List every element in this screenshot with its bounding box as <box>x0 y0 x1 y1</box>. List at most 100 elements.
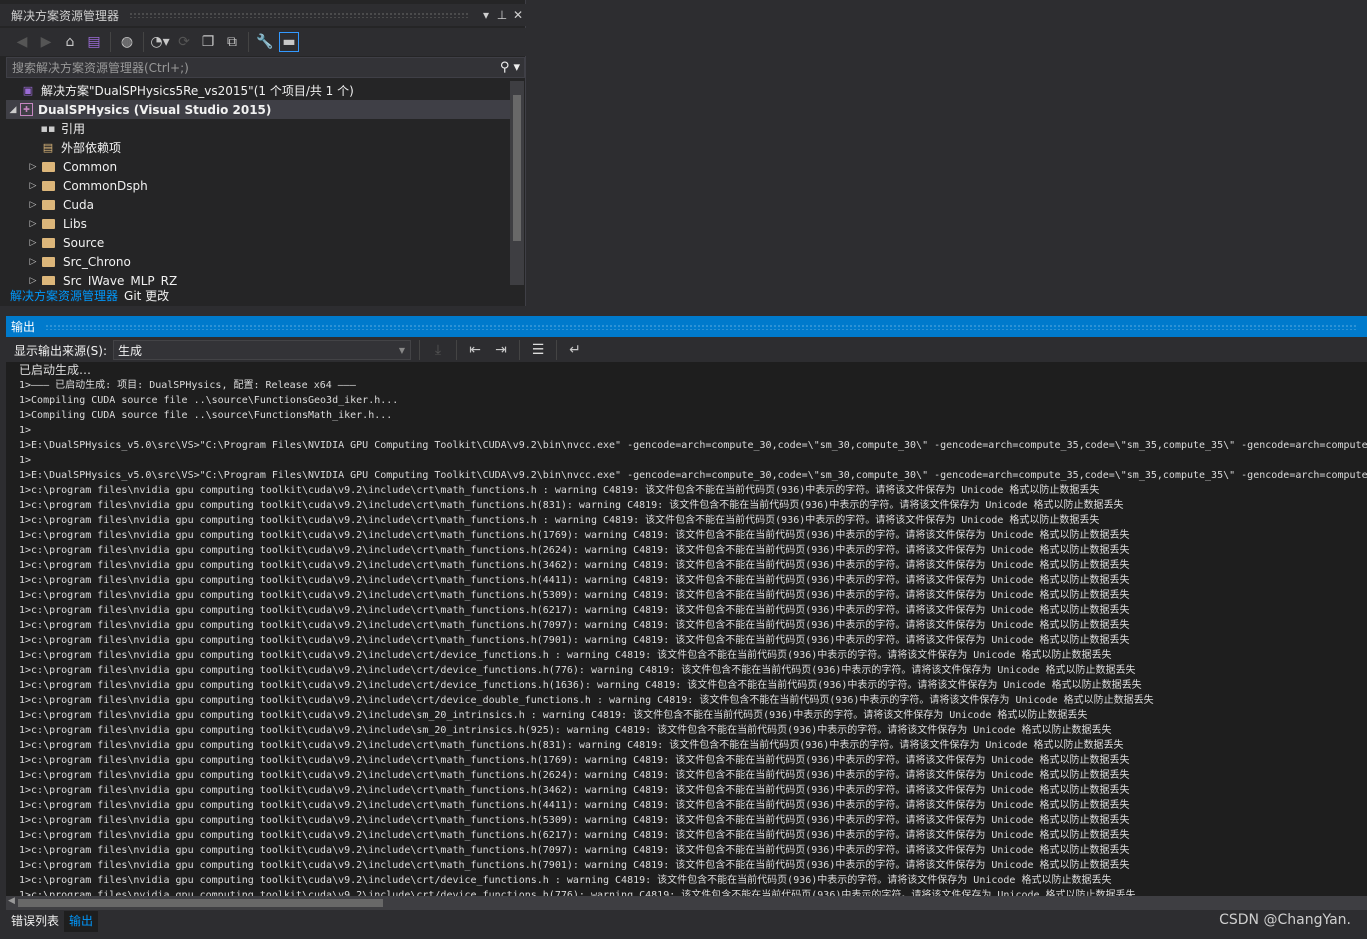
output-line: 1>c:\program files\nvidia gpu computing … <box>19 845 1130 856</box>
output-line: 1>c:\program files\nvidia gpu computing … <box>19 620 1130 631</box>
solution-explorer-titlebar: 解决方案资源管理器 ▾ ⊥ ✕ <box>0 4 526 26</box>
home-icon[interactable]: ⌂ <box>60 32 80 52</box>
tree-item[interactable]: ▷ Src_IWave_MLP_RZ <box>6 271 510 285</box>
collapsed-arrow-icon[interactable]: ▷ <box>26 276 40 286</box>
tree-item[interactable]: ▷ Cuda <box>6 195 510 214</box>
tab-output[interactable]: 输出 <box>64 911 99 932</box>
panel-title: 解决方案资源管理器 <box>11 8 120 23</box>
tree-scrollbar[interactable] <box>510 81 524 285</box>
tab-error-list[interactable]: 错误列表 <box>6 911 64 932</box>
project-icon: ✚ <box>20 103 33 116</box>
word-wrap-icon[interactable]: ↵ <box>565 340 585 360</box>
output-line: 1>c:\program files\nvidia gpu computing … <box>19 635 1130 646</box>
folder-icon <box>42 237 55 248</box>
output-line: 1>——— 已启动生成: 项目: DualSPHysics, 配置: Relea… <box>19 380 356 391</box>
tree-solution[interactable]: ▣ 解决方案"DualSPHysics5Re_vs2015"(1 个项目/共 1 … <box>6 81 510 100</box>
references-icon: ▪▪ <box>40 122 56 135</box>
solution-tree: ▣ 解决方案"DualSPHysics5Re_vs2015"(1 个项目/共 1 … <box>6 81 510 285</box>
output-line: 1>c:\program files\nvidia gpu computing … <box>19 650 1112 661</box>
output-source-select[interactable]: 生成 ▼ <box>113 340 412 360</box>
output-line: 1>c:\program files\nvidia gpu computing … <box>19 710 1088 721</box>
output-toolbar: 显示输出来源(S): 生成 ▼ ⤓ ⇤ ⇥ ☰ ↵ <box>6 338 1367 362</box>
output-text[interactable]: 已启动生成… 1>——— 已启动生成: 项目: DualSPHysics, 配置:… <box>6 362 1367 896</box>
output-line: 1>Compiling CUDA source file ..\source\F… <box>19 410 393 421</box>
chevron-down-icon: ▼ <box>398 345 406 355</box>
tree-item[interactable]: ▷ Source <box>6 233 510 252</box>
collapse-all-icon[interactable]: ❐ <box>198 32 218 52</box>
external-dependencies-icon: ▤ <box>42 141 54 154</box>
collapsed-arrow-icon[interactable]: ▷ <box>26 162 40 172</box>
solution-search-input[interactable]: 搜索解决方案资源管理器(Ctrl+;) ⚲ ▾ <box>6 57 525 78</box>
refresh-icon[interactable]: ⟳ <box>174 32 194 52</box>
output-line: 1>c:\program files\nvidia gpu computing … <box>19 740 1124 751</box>
properties-wrench-icon[interactable]: 🔧 <box>255 32 275 52</box>
output-line: 1>c:\program files\nvidia gpu computing … <box>19 785 1130 796</box>
scroll-thumb[interactable] <box>18 899 383 907</box>
globe-icon[interactable]: ◍ <box>117 32 137 52</box>
output-horizontal-scrollbar[interactable]: ◀ <box>6 896 1367 910</box>
solution-explorer-toolbar: ◀ ▶ ⌂ ▤ ◍ ◔▾ ⟳ ❐ ⧉ 🔧 ▬ <box>0 28 526 56</box>
search-icon[interactable]: ⚲ ▾ <box>500 60 520 75</box>
tree-item[interactable]: ▷ Src_Chrono <box>6 252 510 271</box>
grip[interactable] <box>129 12 468 18</box>
output-line: 1>c:\program files\nvidia gpu computing … <box>19 560 1130 571</box>
collapsed-arrow-icon[interactable]: ▷ <box>26 219 40 229</box>
scroll-left-icon[interactable]: ◀ <box>8 896 15 906</box>
collapsed-arrow-icon[interactable]: ▷ <box>26 257 40 267</box>
tree-item[interactable]: ▷ Libs <box>6 214 510 233</box>
output-line: 1> <box>19 455 32 466</box>
output-line: 1>c:\program files\nvidia gpu computing … <box>19 485 1100 496</box>
back-icon[interactable]: ◀ <box>12 32 32 52</box>
output-line: 1>c:\program files\nvidia gpu computing … <box>19 770 1130 781</box>
expanded-arrow-icon[interactable]: ◢ <box>6 105 20 115</box>
solution-icon: ▣ <box>22 84 34 97</box>
output-line: 1>c:\program files\nvidia gpu computing … <box>19 680 1142 691</box>
dropdown-icon[interactable]: ▾ <box>478 8 494 22</box>
output-line: 已启动生成… <box>19 363 92 377</box>
output-line: 1>c:\program files\nvidia gpu computing … <box>19 605 1130 616</box>
output-line: 1>c:\program files\nvidia gpu computing … <box>19 665 1136 676</box>
output-line: 1>c:\program files\nvidia gpu computing … <box>19 695 1154 706</box>
output-line: 1>c:\program files\nvidia gpu computing … <box>19 800 1130 811</box>
output-line: 1>c:\program files\nvidia gpu computing … <box>19 875 1112 886</box>
output-line: 1>c:\program files\nvidia gpu computing … <box>19 830 1130 841</box>
folder-icon <box>42 218 55 229</box>
scroll-thumb[interactable] <box>513 95 521 241</box>
tab-git-changes[interactable]: Git 更改 <box>124 287 169 305</box>
folder-icon <box>42 256 55 267</box>
folder-icon <box>42 180 55 191</box>
close-icon[interactable]: ✕ <box>510 8 526 22</box>
tree-item[interactable]: ▤ 外部依赖项 <box>6 138 510 157</box>
watermark: CSDN @ChangYan. <box>1219 912 1351 928</box>
output-line: 1>c:\program files\nvidia gpu computing … <box>19 500 1124 511</box>
find-in-code-icon[interactable]: ⤓ <box>428 340 448 360</box>
output-line: 1>c:\program files\nvidia gpu computing … <box>19 530 1130 541</box>
tab-solution-explorer[interactable]: 解决方案资源管理器 <box>10 287 118 305</box>
output-line: 1>c:\program files\nvidia gpu computing … <box>19 815 1130 826</box>
clear-all-icon[interactable]: ☰ <box>528 340 548 360</box>
bottom-tabs: 错误列表 输出 <box>6 911 99 932</box>
output-line: 1>c:\program files\nvidia gpu computing … <box>19 725 1112 736</box>
output-line: 1>E:\DualSPHysics_v5.0\src\VS>"C:\Progra… <box>19 470 1367 481</box>
output-line: 1>Compiling CUDA source file ..\source\F… <box>19 395 399 406</box>
next-message-icon[interactable]: ⇥ <box>491 340 511 360</box>
tree-item[interactable]: ▷ Common <box>6 157 510 176</box>
folder-icon <box>42 275 55 285</box>
collapsed-arrow-icon[interactable]: ▷ <box>26 200 40 210</box>
pin-icon[interactable]: ⊥ <box>494 8 510 22</box>
output-line: 1>c:\program files\nvidia gpu computing … <box>19 860 1130 871</box>
collapsed-arrow-icon[interactable]: ▷ <box>26 238 40 248</box>
preview-selected-icon[interactable]: ▬ <box>279 32 299 52</box>
tree-project[interactable]: ◢ ✚ DualSPHysics (Visual Studio 2015) <box>6 100 510 119</box>
source-label: 显示输出来源(S): <box>14 343 108 358</box>
tree-item[interactable]: ▪▪ 引用 <box>6 119 510 138</box>
tree-item[interactable]: ▷ CommonDsph <box>6 176 510 195</box>
output-titlebar: 输出 <box>6 316 1367 337</box>
search-placeholder: 搜索解决方案资源管理器(Ctrl+;) <box>12 61 189 75</box>
forward-icon[interactable]: ▶ <box>36 32 56 52</box>
collapsed-arrow-icon[interactable]: ▷ <box>26 181 40 191</box>
show-all-files-icon[interactable]: ⧉ <box>222 32 242 52</box>
pending-changes-icon[interactable]: ◔▾ <box>150 32 170 52</box>
previous-message-icon[interactable]: ⇤ <box>465 340 485 360</box>
switch-views-icon[interactable]: ▤ <box>84 32 104 52</box>
